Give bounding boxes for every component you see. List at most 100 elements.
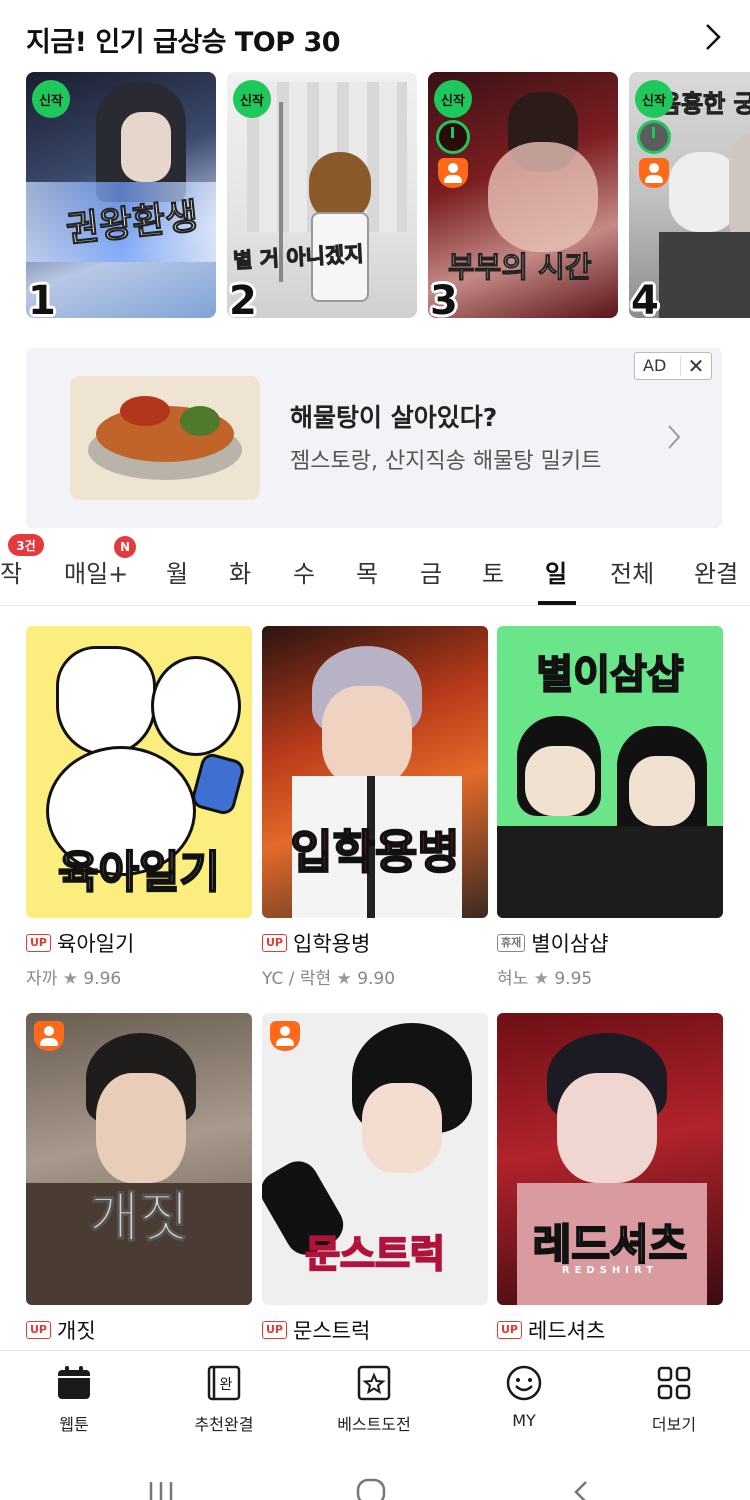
back-icon[interactable]	[572, 1480, 592, 1500]
comic-rating: 9.95	[554, 969, 593, 989]
timer-icon	[637, 120, 671, 154]
tab-mon[interactable]: 월	[166, 554, 188, 589]
tab-all[interactable]: 전체	[610, 554, 654, 589]
tab-fri[interactable]: 금	[420, 554, 442, 589]
comic-title: 개짓	[57, 1319, 96, 1343]
comic-title: 육아일기	[57, 932, 135, 956]
update-badge: UP	[497, 1321, 522, 1339]
adult-icon	[270, 1021, 300, 1051]
comic-card[interactable]: 개짓 UP 개짓	[26, 1013, 252, 1343]
star-icon: ★	[62, 969, 78, 989]
close-icon[interactable]: ✕	[681, 354, 711, 378]
tab-sun[interactable]: 일	[545, 554, 567, 589]
nav-recommended-completed[interactable]: 완 추천완결	[164, 1365, 284, 1435]
rank-number: 3	[430, 278, 458, 318]
comic-card[interactable]: 입학용병 UP 입학용병 YC / 락현 ★ 9.90	[262, 626, 488, 989]
rank-number: 1	[28, 278, 56, 318]
comic-card[interactable]: 레드셔츠 REDSHIRT UP 레드셔츠	[497, 1013, 723, 1343]
recent-apps-icon[interactable]	[146, 1480, 176, 1500]
update-badge: UP	[262, 1321, 287, 1339]
comic-card[interactable]: 문스트럭 UP 문스트럭	[262, 1013, 488, 1343]
grid-more-icon	[657, 1366, 691, 1400]
comic-title-row: UP 레드셔츠	[497, 1315, 605, 1345]
tab-completed[interactable]: 완결	[694, 554, 738, 589]
top30-card[interactable]: 별 거 아니겠지 신작 2	[227, 72, 417, 318]
nav-label: 베스트도전	[337, 1415, 411, 1434]
section-title: 지금! 인기 급상승 TOP 30	[26, 27, 341, 58]
comic-cover: 문스트럭	[262, 1013, 488, 1305]
comic-meta: YC / 락현 ★ 9.90	[262, 964, 395, 989]
ad-image	[70, 376, 260, 500]
comic-rating: 9.90	[357, 969, 396, 989]
ad-subtitle: 젬스토랑, 산지직송 해물탕 밀키트	[290, 449, 602, 474]
nav-label: 더보기	[651, 1415, 697, 1434]
adult-icon	[438, 158, 468, 188]
comic-cover: 입학용병	[262, 626, 488, 918]
cover-title: 별 거 아니겠지	[232, 242, 365, 274]
comic-cover: 개짓	[26, 1013, 252, 1305]
nav-webtoon[interactable]: 웹툰	[14, 1365, 134, 1435]
smiley-icon	[506, 1365, 542, 1401]
top30-carousel[interactable]: 권왕환생 신작 1 별 거 아니겠지 신작 2 부부의 시간 신작 3 음흉한 …	[26, 72, 750, 334]
top30-header: 지금! 인기 급상승 TOP 30	[0, 0, 750, 72]
cover-title: 별이삼샵	[535, 651, 684, 699]
comic-title-row: UP 개짓	[26, 1315, 96, 1345]
rank-number: 4	[631, 278, 659, 318]
tab-wed[interactable]: 수	[293, 554, 315, 589]
comic-rating: 9.96	[83, 969, 122, 989]
adult-icon	[639, 158, 669, 188]
chevron-right-icon[interactable]	[702, 22, 724, 52]
nav-best-challenge[interactable]: 베스트도전	[314, 1365, 434, 1435]
cover-title: 육아일기	[57, 846, 221, 899]
book-complete-icon: 완	[207, 1365, 241, 1401]
cover-title: 문스트럭	[304, 1231, 446, 1277]
top30-card[interactable]: 권왕환생 신작 1	[26, 72, 216, 318]
tab-thu[interactable]: 목	[356, 554, 378, 589]
comic-title: 레드셔츠	[528, 1319, 606, 1343]
update-badge: UP	[26, 1321, 51, 1339]
comic-author: 혀노	[497, 969, 529, 989]
comic-card[interactable]: 별이삼샵 휴재 별이삼샵 혀노 ★ 9.95	[497, 626, 723, 989]
home-icon[interactable]	[356, 1478, 386, 1500]
cover-title: 레드셔츠	[532, 1219, 689, 1270]
comic-title: 입학용병	[293, 932, 371, 956]
tab-new[interactable]: 작	[0, 554, 22, 589]
nav-label: MY	[512, 1411, 536, 1430]
comic-card[interactable]: 육아일기 UP 육아일기 자까 ★ 9.96	[26, 626, 252, 989]
ad-banner[interactable]: AD ✕ 해물탕이 살아있다? 젬스토랑, 산지직송 해물탕 밀키트	[26, 348, 722, 528]
comic-meta: 혀노 ★ 9.95	[497, 964, 592, 989]
ad-title: 해물탕이 살아있다?	[290, 403, 498, 432]
tab-tue[interactable]: 화	[229, 554, 251, 589]
top30-card[interactable]: 음흉한 궁 신작 4	[629, 72, 750, 318]
cover-title: 부부의 시간	[448, 250, 593, 285]
top30-card[interactable]: 부부의 시간 신작 3	[428, 72, 618, 318]
cover-subtitle: REDSHIRT	[561, 1265, 659, 1276]
comic-title-row: UP 육아일기	[26, 928, 134, 958]
tab-daily-plus[interactable]: 매일+	[64, 554, 128, 589]
star-icon: ★	[336, 969, 352, 989]
comic-title: 별이삼샵	[531, 932, 609, 956]
ad-label: AD	[635, 356, 681, 376]
nav-label: 웹툰	[59, 1415, 89, 1434]
hiatus-badge: 휴재	[497, 934, 526, 952]
tab-sat[interactable]: 토	[482, 554, 504, 589]
cover-title: 입학용병	[289, 824, 460, 880]
star-icon: ★	[533, 969, 549, 989]
comic-author: 자까	[26, 969, 58, 989]
timer-icon	[436, 120, 470, 154]
comic-title-row: 휴재 별이삼샵	[497, 928, 609, 958]
nav-my[interactable]: MY	[464, 1365, 584, 1430]
chevron-right-icon[interactable]	[666, 424, 682, 450]
nav-more[interactable]: 더보기	[614, 1365, 734, 1435]
count-badge: 3건	[8, 534, 44, 556]
cover-title: 개짓	[89, 1186, 189, 1250]
day-tabs: 작 3건 매일+ N 월 화 수 목 금 토 일 전체 완결	[0, 534, 750, 606]
comic-title: 문스트럭	[293, 1319, 371, 1343]
star-box-icon	[357, 1365, 391, 1401]
new-badge: 신작	[434, 80, 472, 118]
system-nav-bar	[0, 1450, 750, 1500]
nav-icon-text: 완	[220, 1377, 233, 1393]
comic-cover: 육아일기	[26, 626, 252, 918]
new-badge: N	[114, 536, 136, 558]
update-badge: UP	[262, 934, 287, 952]
